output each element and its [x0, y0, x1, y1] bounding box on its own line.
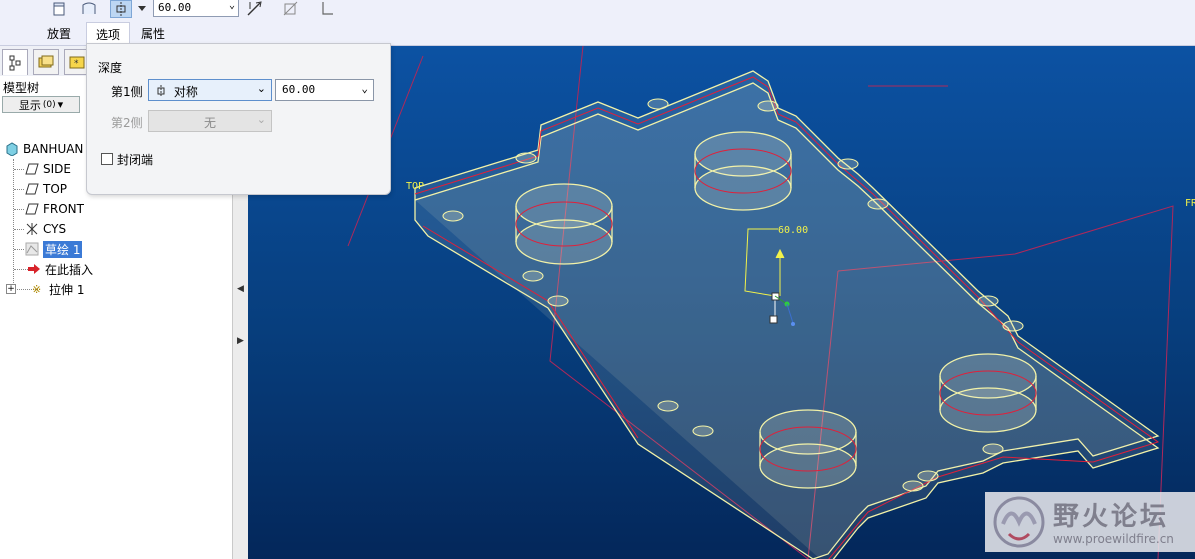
model-tree-tab[interactable]: [2, 49, 28, 75]
svg-text:※: ※: [32, 283, 41, 295]
side1-depth-value[interactable]: 60.00 ⌄: [275, 79, 374, 101]
tree-item-side[interactable]: SIDE: [24, 159, 71, 179]
capped-ends-label: 封闭端: [117, 153, 154, 167]
chevron-down-icon: ⌄: [256, 113, 266, 126]
insert-arrow-icon: [26, 261, 42, 277]
tree-item-cys[interactable]: CYS: [24, 219, 66, 239]
folder-icon: [38, 55, 54, 68]
svg-text:*: *: [74, 59, 79, 69]
chevron-down-icon: ⌄: [361, 82, 368, 95]
surface-icon[interactable]: [78, 0, 100, 18]
extrude-dashboard: 60.00 ⌄ 放置 选项 属性: [0, 0, 1195, 46]
side2-label: 第2侧: [111, 116, 143, 130]
dimension-label: 60.00: [778, 225, 808, 236]
model-tree-icon: [9, 55, 21, 70]
side2-type-text: 无: [203, 116, 216, 130]
tree-item-label: TOP: [43, 182, 68, 196]
tree-item-sketch[interactable]: 草绘 1: [24, 239, 83, 259]
tree-item-label: FRONT: [43, 202, 84, 216]
folder-browser-tab[interactable]: [33, 49, 59, 75]
chevron-down-icon: ⌄: [228, 0, 235, 11]
expand-icon[interactable]: +: [6, 284, 16, 294]
remove-material-icon[interactable]: [280, 0, 302, 18]
datum-plane-icon: [24, 161, 40, 177]
datum-front-label: FR: [1185, 198, 1195, 209]
star-folder-icon: *: [69, 56, 85, 69]
tab-options[interactable]: 选项: [86, 22, 131, 44]
datum-top-label: TOP: [406, 181, 424, 192]
tree-item-label: 草绘 1: [43, 240, 83, 258]
watermark: 野火论坛 www.proewildfire.cn: [985, 492, 1195, 552]
tree-item-label: BANHUAN: [23, 142, 84, 156]
symmetric-icon: [155, 85, 167, 100]
tree-item-label: 在此插入: [45, 262, 94, 277]
thicken-sketch-icon[interactable]: [316, 0, 338, 18]
watermark-title: 野火论坛: [1053, 502, 1170, 532]
watermark-url: www.proewildfire.cn: [1053, 532, 1174, 546]
tree-item-insert-here[interactable]: 在此插入: [26, 259, 93, 279]
tree-item-label: SIDE: [43, 162, 71, 176]
tree-item-front[interactable]: FRONT: [24, 199, 84, 219]
solid-icon[interactable]: [48, 0, 70, 18]
csys-blue-point: [791, 322, 795, 326]
drag-handle-bottom: [769, 315, 778, 324]
tree-item-label: CYS: [43, 222, 67, 236]
tree-item-extrude[interactable]: + ※ 拉伸 1: [6, 279, 84, 299]
sketch-icon: [24, 241, 40, 257]
show-dropdown-button[interactable]: 显示 (0) ▾: [2, 96, 80, 113]
expand-arrow-icon[interactable]: ▶: [237, 336, 244, 346]
depth-value-input[interactable]: 60.00 ⌄: [153, 0, 239, 17]
chevron-down-icon: ▾: [57, 98, 64, 111]
collapse-arrow-icon[interactable]: ◀: [237, 284, 244, 294]
tree-item-label: 拉伸 1: [49, 282, 85, 297]
datum-plane-icon: [24, 201, 40, 217]
tree-item-part[interactable]: BANHUAN: [4, 139, 83, 159]
tab-properties[interactable]: 属性: [132, 22, 174, 44]
tree-item-top[interactable]: TOP: [24, 179, 67, 199]
options-panel: 深度 第1侧 对称 ⌄ 60.00 ⌄ 第2侧 无 ⌄ 封闭端: [86, 43, 391, 195]
chevron-down-icon: ⌄: [256, 82, 266, 95]
depth-value-text: 60.00: [158, 1, 192, 14]
part-icon: [4, 141, 20, 157]
capped-ends-checkbox[interactable]: [101, 153, 113, 165]
datum-plane-icon: [24, 181, 40, 197]
side1-depth-text: 60.00: [282, 83, 316, 96]
show-count: (0): [42, 99, 56, 110]
side1-type-text: 对称: [173, 85, 198, 99]
extrude-icon: ※: [30, 281, 46, 297]
depth-heading: 深度: [98, 61, 123, 75]
chevron-down-icon[interactable]: [135, 0, 149, 18]
show-label: 显示: [18, 98, 41, 112]
model-tree-title: 模型树: [3, 81, 40, 95]
side1-label: 第1侧: [111, 85, 143, 99]
side2-depth-type-select: 无 ⌄: [148, 110, 272, 132]
flip-direction-icon[interactable]: [244, 0, 266, 18]
symmetric-depth-button[interactable]: [110, 0, 132, 18]
coordinate-system-icon: [24, 221, 40, 237]
side1-depth-type-select[interactable]: 对称 ⌄: [148, 79, 272, 101]
tab-placement[interactable]: 放置: [38, 22, 80, 44]
forum-logo-icon: [993, 496, 1045, 548]
